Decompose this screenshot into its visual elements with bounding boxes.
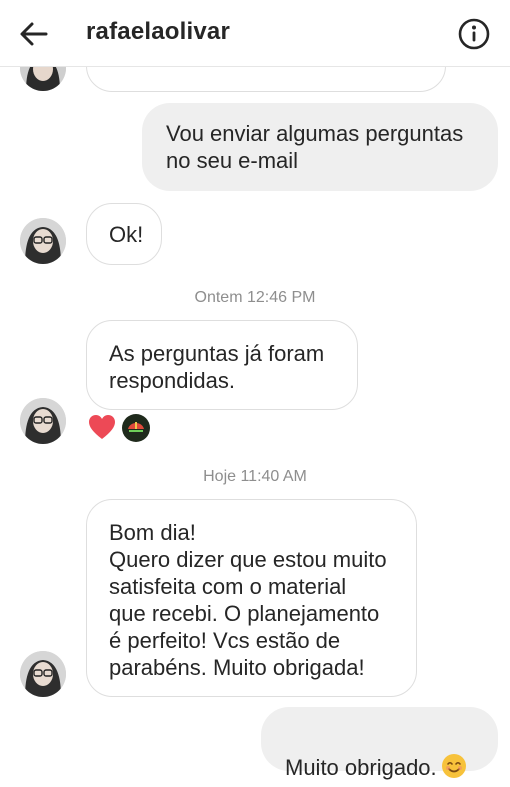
- message-bubble-incoming[interactable]: As perguntas já foram respondidas.: [86, 320, 358, 410]
- contact-avatar[interactable]: [20, 218, 66, 264]
- contact-avatar[interactable]: [20, 651, 66, 697]
- timestamp-divider: Ontem 12:46 PM: [194, 289, 316, 306]
- contact-username[interactable]: rafaelaolivar: [86, 18, 230, 46]
- chat-header: rafaelaolivar: [0, 0, 510, 67]
- message-bubble-incoming[interactable]: Ok!: [86, 203, 162, 265]
- heart-reaction-icon[interactable]: [87, 413, 117, 441]
- message-bubble-outgoing[interactable]: Vou enviar algumas perguntas no seu e-ma…: [142, 103, 498, 191]
- message-text: Muito obrigado.: [285, 755, 437, 780]
- message-bubble-outgoing[interactable]: Muito obrigado.: [261, 707, 498, 780]
- reactor-avatar-icon[interactable]: [121, 413, 151, 443]
- contact-avatar[interactable]: [20, 398, 66, 444]
- smiling-face-emoji-icon: [441, 754, 466, 778]
- message-bubble-incoming[interactable]: Bom dia! Quero dizer que estou muito sat…: [86, 499, 417, 697]
- timestamp-divider: Hoje 11:40 AM: [203, 468, 307, 485]
- back-arrow-icon[interactable]: [18, 18, 50, 50]
- info-icon[interactable]: [457, 17, 491, 51]
